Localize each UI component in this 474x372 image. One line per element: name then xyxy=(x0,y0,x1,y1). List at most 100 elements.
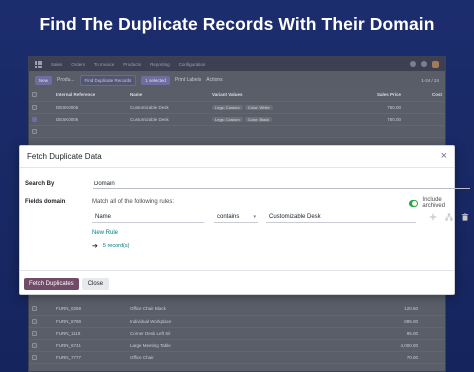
row-checkbox[interactable] xyxy=(32,116,37,122)
row-checkbox[interactable] xyxy=(32,318,37,324)
row-cost xyxy=(421,351,445,364)
table-row[interactable]: FURN_0269 Office Chair Black 120.50 xyxy=(29,303,445,316)
row-checkbox[interactable] xyxy=(32,354,37,360)
row-name: Corner Desk Left Sit xyxy=(127,327,327,340)
col-internal-reference[interactable]: Internal Reference xyxy=(53,89,127,102)
row-ref: DESK0005 xyxy=(53,101,127,114)
app-top-navbar: Sales Orders To Invoice Products Reporti… xyxy=(29,57,445,71)
row-name: Office Chair xyxy=(127,351,327,364)
row-cost xyxy=(421,315,445,328)
chevron-down-icon: ▾ xyxy=(253,214,256,220)
table-row[interactable] xyxy=(29,125,445,138)
row-checkbox[interactable] xyxy=(32,128,37,134)
row-price: 750.00 xyxy=(327,101,404,114)
selected-count-badge[interactable]: 1 selected xyxy=(141,75,170,85)
row-cost xyxy=(421,339,445,352)
close-icon[interactable]: × xyxy=(441,151,447,162)
arrow-right-icon: ➔ xyxy=(92,243,98,250)
table-row[interactable]: FURN_6741 Large Meeting Table 4,000.00 xyxy=(29,339,445,352)
col-variant-values[interactable]: Variant Values xyxy=(209,89,327,102)
user-avatar[interactable] xyxy=(432,60,439,68)
include-archived-toggle[interactable]: Include archived xyxy=(409,197,454,209)
chat-icon[interactable] xyxy=(410,61,416,67)
row-cost xyxy=(421,327,445,340)
menu-item-configuration[interactable]: Configuration xyxy=(179,62,206,67)
search-by-field[interactable] xyxy=(93,179,470,189)
select-all-cell[interactable] xyxy=(29,89,53,102)
row-checkbox[interactable] xyxy=(32,306,37,312)
row-checkbox[interactable] xyxy=(32,342,37,348)
row-ref: FURN_8789 xyxy=(53,315,127,328)
include-archived-label: Include archived xyxy=(422,197,446,209)
row-cost xyxy=(403,125,445,138)
row-checkbox[interactable] xyxy=(32,104,37,110)
row-checkbox[interactable] xyxy=(32,330,37,336)
select-all-checkbox[interactable] xyxy=(32,92,37,98)
row-price: 85.00 xyxy=(327,327,422,340)
fields-domain-label: Fields domain xyxy=(25,199,66,205)
row-name: Individual Workplace xyxy=(127,315,327,328)
rule-operator-select[interactable]: contains ▾ xyxy=(214,212,258,223)
row-ref: FURN_6741 xyxy=(53,339,127,352)
row-cost xyxy=(403,113,445,126)
activity-icon[interactable] xyxy=(421,61,427,67)
row-ref: FURN_7777 xyxy=(53,351,127,364)
variant-tag: Legs: Custom xyxy=(212,116,243,122)
row-price: 70.00 xyxy=(327,351,422,364)
table-row[interactable]: DESK0006 Customizable Desk Legs: Custom C… xyxy=(29,113,445,126)
products-table: Internal Reference Name Variant Values S… xyxy=(29,89,445,138)
new-rule-link[interactable]: New Rule xyxy=(92,230,118,236)
row-price: 750.00 xyxy=(327,113,404,126)
match-all-text: Match all of the following rules: xyxy=(92,199,175,205)
menu-item-sales[interactable]: Sales xyxy=(51,62,62,67)
record-count-link[interactable]: 5 record(s) xyxy=(103,243,130,249)
add-branch-icon[interactable] xyxy=(445,213,453,221)
menu-item-to-invoice[interactable]: To Invoice xyxy=(94,62,114,67)
new-button[interactable]: New xyxy=(35,75,53,85)
col-cost[interactable]: Cost xyxy=(403,89,445,102)
row-price xyxy=(327,125,404,138)
rule-value-input[interactable]: Customizable Desk xyxy=(266,212,416,223)
add-rule-icon[interactable] xyxy=(429,213,437,221)
row-cost xyxy=(421,303,445,316)
search-by-row: Search By xyxy=(20,176,470,190)
row-name xyxy=(127,125,209,138)
breadcrumb[interactable]: Produ... xyxy=(57,77,75,83)
row-ref: FURN_0269 xyxy=(53,303,127,316)
actions-button[interactable]: Actions xyxy=(206,77,222,83)
variant-tag: Color: White xyxy=(244,104,273,110)
rule-operator-value: contains xyxy=(217,214,240,220)
products-table-lower: FURN_0269 Office Chair Black 120.50 FURN… xyxy=(29,303,445,364)
rule-field-selector[interactable]: Name xyxy=(92,212,204,223)
table-row[interactable]: FURN_8789 Individual Workplace 885.00 xyxy=(29,315,445,328)
row-price: 885.00 xyxy=(327,315,422,328)
dialog-footer: Fetch Duplicates Close xyxy=(20,270,454,296)
delete-rule-icon[interactable] xyxy=(461,213,469,221)
domain-rule-row: Name contains ▾ Customizable Desk xyxy=(92,212,472,224)
col-name[interactable]: Name xyxy=(127,89,209,102)
table-row[interactable]: FURN_7777 Office Chair 70.00 xyxy=(29,351,445,364)
variant-tag: Legs: Custom xyxy=(212,104,243,110)
apps-grid-icon[interactable] xyxy=(35,60,42,68)
find-duplicate-records-button[interactable]: Find Duplicate Records xyxy=(79,74,137,86)
row-price: 120.50 xyxy=(327,303,422,316)
variant-tag: Color: Black xyxy=(244,116,273,122)
row-price: 4,000.00 xyxy=(327,339,422,352)
table-row[interactable]: FURN_1118 Corner Desk Left Sit 85.00 xyxy=(29,327,445,340)
fetch-duplicate-dialog: Fetch Duplicate Data × Search By Fields … xyxy=(19,145,470,296)
row-name: Office Chair Black xyxy=(127,303,327,316)
row-cost xyxy=(403,101,445,114)
fetch-duplicates-button[interactable]: Fetch Duplicates xyxy=(24,277,79,290)
search-by-label: Search By xyxy=(25,181,55,187)
close-button[interactable]: Close xyxy=(81,277,110,290)
menu-item-orders[interactable]: Orders xyxy=(71,62,85,67)
row-ref xyxy=(53,125,127,138)
toggle-switch[interactable] xyxy=(409,199,419,207)
menu-item-reporting[interactable]: Reporting xyxy=(150,62,170,67)
col-sales-price[interactable]: Sales Price xyxy=(327,89,404,102)
table-row[interactable]: DESK0005 Customizable Desk Legs: Custom C… xyxy=(29,101,445,114)
banner-title: Find The Duplicate Records With Their Do… xyxy=(39,14,435,34)
pager-value[interactable]: 1-24 / 24 xyxy=(421,78,439,83)
print-labels-button[interactable]: Print Labels xyxy=(175,77,201,83)
menu-item-products[interactable]: Products xyxy=(123,62,141,67)
